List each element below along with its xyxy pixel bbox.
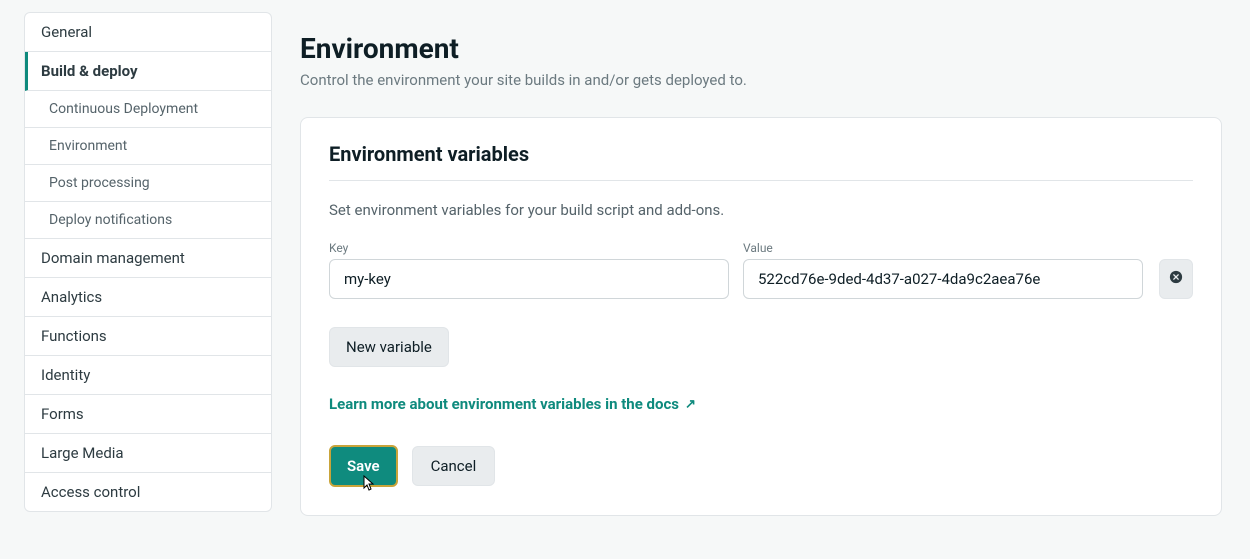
close-circle-icon xyxy=(1169,270,1183,288)
sidebar-subitem-deploy-notifications[interactable]: Deploy notifications xyxy=(25,202,271,239)
sidebar-item-build-deploy[interactable]: Build & deploy xyxy=(25,52,271,91)
value-input[interactable] xyxy=(743,259,1143,299)
value-label: Value xyxy=(743,241,1143,255)
variable-row: Key Value xyxy=(329,241,1193,299)
main-content: Environment Control the environment your… xyxy=(272,0,1250,559)
sidebar-item-domain-management[interactable]: Domain management xyxy=(25,239,271,278)
sidebar: General Build & deploy Continuous Deploy… xyxy=(24,12,272,512)
page-title: Environment xyxy=(300,32,1222,65)
remove-variable-button[interactable] xyxy=(1159,259,1193,299)
new-variable-button[interactable]: New variable xyxy=(329,327,449,367)
button-row: Save Cancel xyxy=(329,445,1193,487)
key-label: Key xyxy=(329,241,729,255)
sidebar-item-identity[interactable]: Identity xyxy=(25,356,271,395)
sidebar-item-analytics[interactable]: Analytics xyxy=(25,278,271,317)
sidebar-subitem-continuous-deployment[interactable]: Continuous Deployment xyxy=(25,91,271,128)
sidebar-subitem-environment[interactable]: Environment xyxy=(25,128,271,165)
cursor-icon xyxy=(359,475,375,499)
cancel-button[interactable]: Cancel xyxy=(412,446,496,486)
key-input[interactable] xyxy=(329,259,729,299)
key-field-group: Key xyxy=(329,241,729,299)
sidebar-item-forms[interactable]: Forms xyxy=(25,395,271,434)
env-variables-card: Environment variables Set environment va… xyxy=(300,117,1222,516)
sidebar-item-access-control[interactable]: Access control xyxy=(25,473,271,511)
card-title: Environment variables xyxy=(329,142,1193,181)
save-button[interactable]: Save xyxy=(329,445,398,487)
save-button-label: Save xyxy=(347,457,380,475)
learn-more-label: Learn more about environment variables i… xyxy=(329,395,679,413)
sidebar-item-general[interactable]: General xyxy=(25,13,271,52)
sidebar-subitem-post-processing[interactable]: Post processing xyxy=(25,165,271,202)
sidebar-item-large-media[interactable]: Large Media xyxy=(25,434,271,473)
external-link-icon: ↗ xyxy=(685,397,696,412)
card-description: Set environment variables for your build… xyxy=(329,201,1193,219)
page-subtitle: Control the environment your site builds… xyxy=(300,71,1222,89)
value-field-group: Value xyxy=(743,241,1143,299)
sidebar-item-functions[interactable]: Functions xyxy=(25,317,271,356)
learn-more-link[interactable]: Learn more about environment variables i… xyxy=(329,395,696,413)
